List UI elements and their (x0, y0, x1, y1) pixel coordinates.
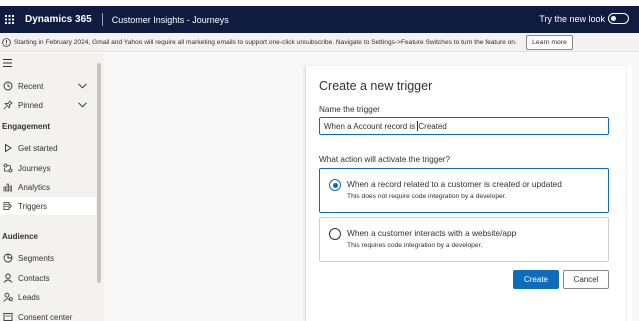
try-new-look-toggle[interactable] (608, 13, 629, 24)
sidebar-item-label: Contacts (18, 273, 50, 283)
chevron-down-icon[interactable] (78, 83, 87, 89)
sidebar-item-consent-center[interactable]: Consent center (0, 308, 96, 321)
toggle-knob (611, 16, 616, 21)
sidebar-item-triggers[interactable]: Triggers (0, 197, 96, 215)
option-customer-interacts[interactable]: When a customer interacts with a website… (319, 217, 609, 262)
sidebar-item-label: Segments (18, 253, 55, 263)
option-record-created-updated[interactable]: When a record related to a customer is c… (319, 168, 609, 213)
section-header-engagement: Engagement (2, 122, 51, 131)
sidebar-item-label: Analytics (18, 182, 51, 192)
sidebar-item-label: Consent center (18, 312, 73, 321)
sidebar-item-contacts[interactable]: Contacts (0, 269, 96, 287)
sidebar-item-segments[interactable]: Segments (0, 249, 96, 267)
sidebar-item-label: Get started (18, 143, 58, 153)
option-subtitle: This requires code integration by a deve… (347, 242, 483, 249)
try-new-look-label: Try the new look (539, 14, 605, 24)
option-subtitle: This does not require code integration b… (347, 193, 507, 200)
sidebar-item-label: Journeys (18, 163, 51, 173)
sidebar-item-label: Leads (18, 292, 40, 302)
segments-icon (3, 253, 13, 263)
brand-title[interactable]: Dynamics 365 (25, 14, 92, 25)
sidebar-item-pinned[interactable]: Pinned (0, 96, 96, 114)
sidebar-item-label: Pinned (18, 100, 43, 110)
trigger-name-label: Name the trigger (319, 105, 380, 114)
learn-more-button[interactable]: Learn more (526, 35, 573, 50)
input-text-before-caret: When a Account record is (324, 121, 418, 131)
analytics-icon (3, 183, 12, 192)
sidebar-item-label: Triggers (18, 201, 48, 211)
person-icon (3, 273, 13, 283)
info-icon (2, 37, 11, 47)
create-button[interactable]: Create (513, 270, 559, 289)
app-name[interactable]: Customer Insights - Journeys (112, 15, 229, 25)
input-text-after-caret: Created (418, 121, 447, 131)
sidebar-scrollbar[interactable] (97, 63, 101, 283)
journey-icon (3, 163, 13, 173)
leads-icon (3, 292, 13, 302)
hamburger-menu-icon[interactable] (3, 59, 12, 67)
notice-text: Starting in February 2024, Gmail and Yah… (14, 38, 517, 46)
top-navigation-bar: Dynamics 365 Customer Insights - Journey… (0, 6, 639, 33)
pin-icon (3, 100, 13, 110)
chevron-down-icon[interactable] (78, 102, 87, 108)
sidebar-item-label: Recent (18, 81, 44, 91)
option-title: When a customer interacts with a website… (347, 228, 517, 238)
radio-button-selected[interactable] (329, 179, 341, 191)
radio-dot (332, 182, 338, 188)
sidebar-item-recent[interactable]: Recent (0, 77, 96, 95)
panel-edge (628, 66, 632, 321)
app-launcher-icon[interactable] (1, 6, 17, 33)
action-question-label: What action will activate the trigger? (319, 155, 451, 164)
consent-icon (3, 313, 13, 321)
sidebar-item-get-started[interactable]: Get started (0, 139, 96, 157)
sidebar-item-leads[interactable]: Leads (0, 288, 96, 306)
trigger-icon (3, 202, 13, 210)
sidebar-item-analytics[interactable]: Analytics (0, 178, 96, 196)
header-divider (101, 13, 103, 26)
clock-icon (3, 81, 13, 91)
panel-title: Create a new trigger (319, 79, 433, 93)
trigger-name-input[interactable]: When a Account record is Created (319, 117, 609, 135)
radio-button[interactable] (329, 228, 341, 240)
sidebar-item-journeys[interactable]: Journeys (0, 159, 96, 177)
section-header-audience: Audience (2, 232, 39, 241)
play-icon (5, 143, 12, 153)
option-title: When a record related to a customer is c… (347, 179, 562, 189)
cancel-button[interactable]: Cancel (563, 270, 609, 289)
